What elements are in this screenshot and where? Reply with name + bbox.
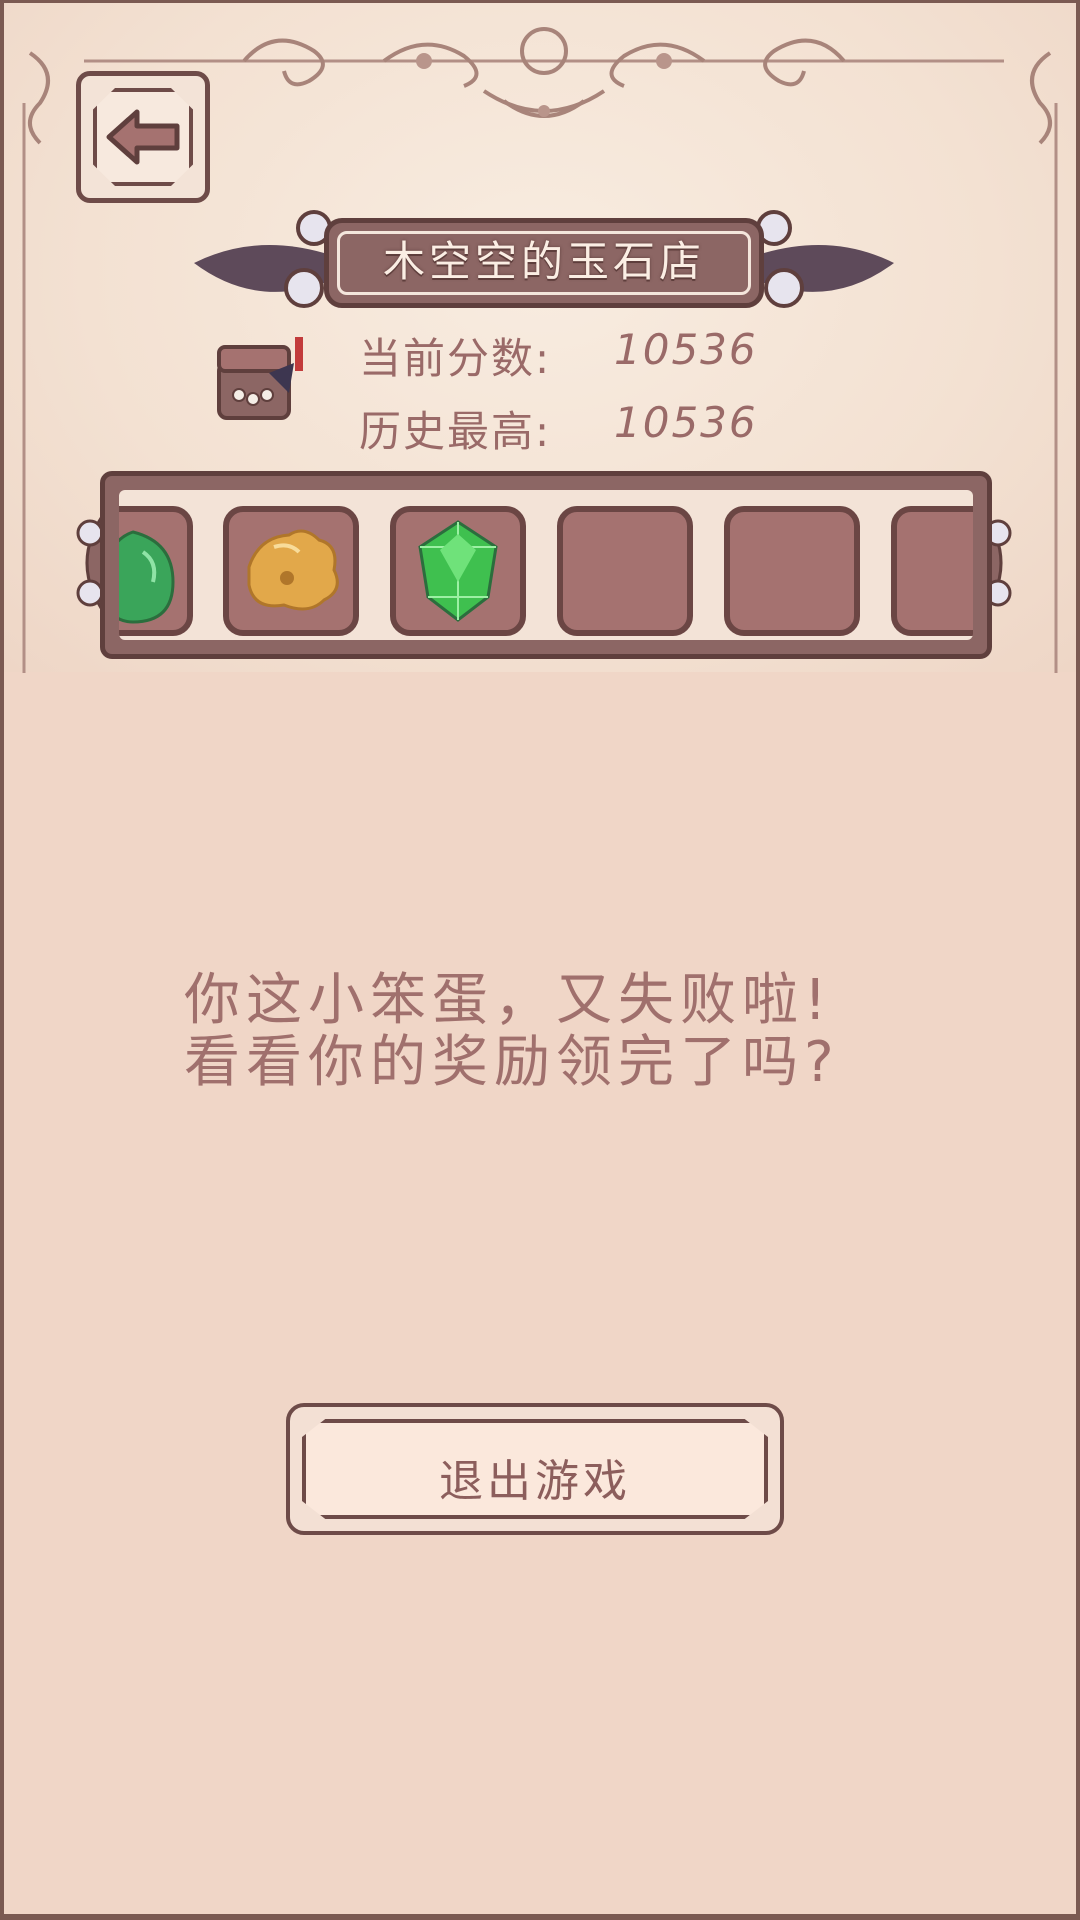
green-gem-icon <box>418 520 498 622</box>
best-score-value: 10536 <box>614 398 758 447</box>
green-pouch-icon <box>119 530 175 624</box>
shop-title: 木空空的玉石店 <box>382 237 705 286</box>
current-score-row: 当前分数: 10536 <box>359 325 756 386</box>
gold-nugget-icon <box>247 529 339 611</box>
reward-inventory-bar <box>100 471 992 659</box>
best-score-label: 历史最高: <box>359 407 552 456</box>
inventory-slot[interactable] <box>891 506 973 636</box>
inventory-slot[interactable] <box>724 506 860 636</box>
inventory-track[interactable] <box>119 490 973 640</box>
score-panel: 木空空的玉石店 当前分数: 10536 历史最高: 10536 <box>4 0 1076 673</box>
shop-title-banner: 木空空的玉石店 <box>194 208 894 318</box>
inventory-slot[interactable] <box>119 506 193 636</box>
current-score-label: 当前分数: <box>359 334 552 383</box>
message-line-2: 看看你的奖励领完了吗? <box>184 1030 840 1095</box>
inventory-slot[interactable] <box>557 506 693 636</box>
inventory-slot[interactable] <box>390 506 526 636</box>
arrow-left-icon <box>106 109 180 165</box>
current-score-value: 10536 <box>614 325 758 374</box>
inventory-slot[interactable] <box>223 506 359 636</box>
best-score-row: 历史最高: 10536 <box>359 398 756 459</box>
exit-game-label: 退出游戏 <box>439 1456 631 1507</box>
game-over-message: 你这小笨蛋，又失败啦! 看看你的奖励领完了吗? <box>184 970 884 1094</box>
top-ornament <box>84 27 1004 118</box>
game-over-screen: 木空空的玉石店 当前分数: 10536 历史最高: 10536 你这小笨蛋，又失… <box>0 0 1080 1920</box>
exit-game-button[interactable]: 退出游戏 <box>286 1403 784 1535</box>
back-button[interactable] <box>76 71 210 203</box>
message-line-1: 你这小笨蛋，又失败啦! <box>184 968 833 1033</box>
jewelry-box-icon <box>217 337 303 420</box>
